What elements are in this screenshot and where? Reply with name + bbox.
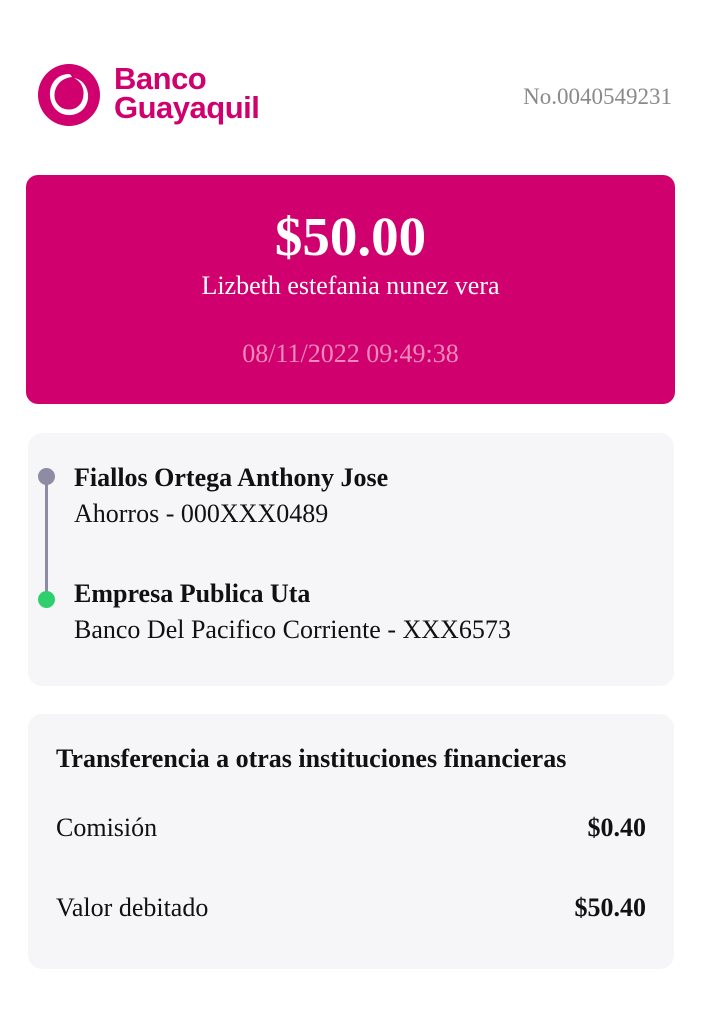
origin-dot-icon [38,468,55,485]
reference-number: No.0040549231 [523,84,672,109]
bank-name-line1: Banco [114,61,207,96]
bank-logo: Banco Guayaquil [36,62,286,130]
bank-logo-icon [38,64,100,126]
bank-name: Banco Guayaquil [114,61,260,125]
transaction-datetime: 08/11/2022 09:49:38 [242,339,459,368]
details-card: Transferencia a otras instituciones fina… [28,714,674,969]
debited-amount-value: $50.40 [574,893,647,922]
beneficiary-name: Lizbeth estefania nunez vera [201,271,500,300]
destination-dot-icon [38,591,55,608]
transfer-amount: $50.00 [274,206,427,267]
destination-account-detail: Banco Del Pacifico Corriente - XXX6573 [74,615,511,644]
origin-account-detail: Ahorros - 000XXX0489 [74,499,329,528]
bank-name-line2: Guayaquil [114,90,260,125]
commission-label: Comisión [56,813,158,842]
commission-value: $0.40 [587,813,647,842]
destination-account-holder: Empresa Publica Uta [74,579,311,608]
amount-card: $50.00 Lizbeth estefania nunez vera 08/1… [26,175,675,404]
timeline-connector [45,479,48,599]
debited-amount-label: Valor debitado [56,893,209,922]
accounts-card: Fiallos Ortega Anthony Jose Ahorros - 00… [28,433,674,686]
origin-account-holder: Fiallos Ortega Anthony Jose [74,463,389,492]
transfer-type: Transferencia a otras instituciones fina… [56,744,567,773]
